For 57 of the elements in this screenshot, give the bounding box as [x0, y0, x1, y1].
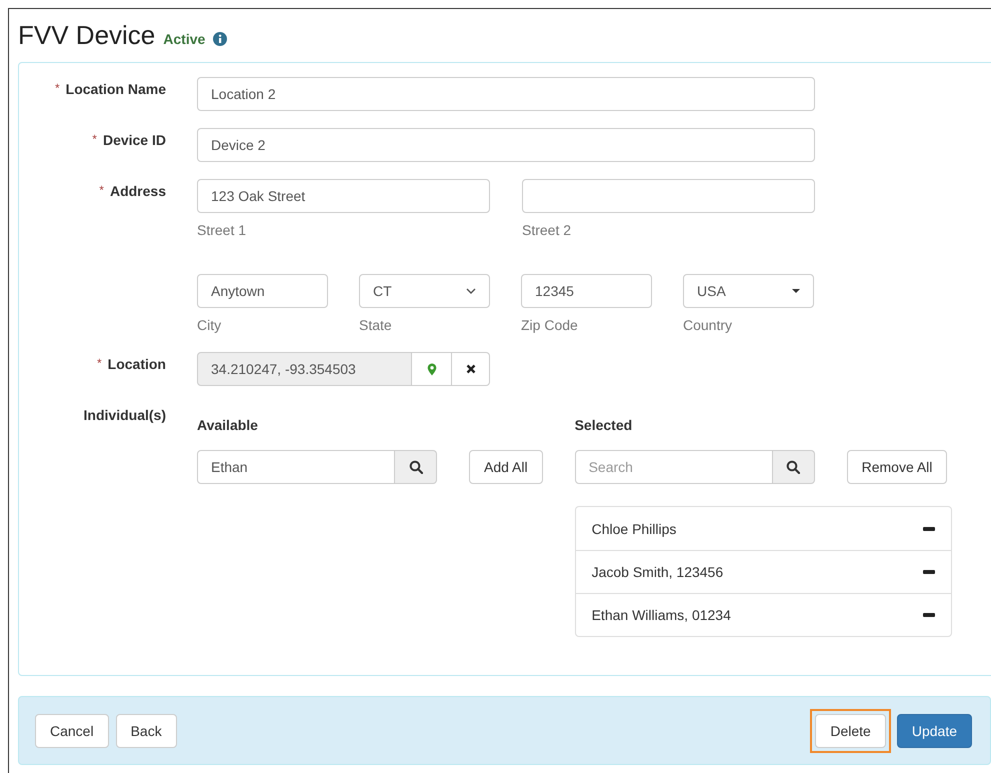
select-field[interactable]: CT [359, 274, 490, 308]
field-caption: Country [683, 317, 734, 335]
search-field[interactable]: Ethan [197, 450, 395, 484]
dropdown-value: USA [697, 283, 726, 299]
footer-button[interactable]: Delete [815, 714, 886, 748]
status-label: Active [163, 31, 206, 47]
field-label: Location [108, 356, 166, 372]
item-name: Chloe Phillips [592, 520, 676, 536]
action-button[interactable]: Remove All [846, 450, 948, 484]
list-item[interactable]: Jacob Smith, 123456 [576, 550, 951, 593]
required-mark: * [92, 132, 97, 146]
caret-icon [792, 289, 800, 293]
field-label: Individual(s) [84, 407, 166, 423]
footer-button[interactable]: Back [116, 714, 177, 748]
field-label: Location Name [66, 81, 166, 97]
info-icon [213, 32, 228, 46]
list-item[interactable]: Ethan Williams, 01234 [576, 593, 951, 636]
required-mark: * [96, 356, 102, 370]
footer-button[interactable]: Update [896, 714, 972, 748]
close-icon [466, 364, 476, 374]
map-pin-icon [426, 362, 436, 376]
page-title: FVV Device [18, 20, 156, 50]
field-caption: Street 2 [522, 222, 572, 240]
field-label: Device ID [102, 132, 166, 148]
select-value: CT [373, 283, 392, 299]
field-caption: Zip Code [521, 317, 579, 335]
input-field[interactable] [522, 179, 815, 213]
clear-button[interactable] [452, 352, 490, 386]
field-caption: State [359, 317, 393, 335]
chevron-down-icon [466, 288, 476, 294]
item-name: Ethan Williams, 01234 [592, 607, 731, 623]
field-label: Address [110, 183, 166, 199]
footer-button[interactable]: Cancel [35, 714, 109, 748]
minus-icon [922, 613, 935, 617]
dropdown-field[interactable]: USA [683, 274, 814, 308]
input-field[interactable]: Device 2 [197, 128, 815, 162]
action-button[interactable]: Add All [469, 450, 543, 484]
map-pin-button[interactable] [412, 352, 452, 386]
field-caption: Street 1 [197, 222, 248, 240]
column-heading: Available [197, 417, 259, 435]
input-field[interactable]: Location 2 [197, 77, 815, 111]
item-name: Jacob Smith, 123456 [592, 564, 724, 580]
minus-icon [922, 526, 935, 530]
search-icon [408, 460, 422, 474]
list-item[interactable]: Chloe Phillips [576, 507, 951, 550]
field-caption: City [197, 317, 222, 335]
required-mark: * [54, 81, 60, 95]
search-icon [786, 460, 800, 474]
search-button[interactable] [772, 450, 815, 484]
minus-icon [922, 570, 935, 574]
column-heading: Selected [574, 417, 634, 435]
required-mark: * [99, 183, 104, 197]
search-button[interactable] [395, 450, 437, 484]
coordinates-field[interactable]: 34.210247, -93.354503 [197, 352, 412, 386]
input-field[interactable]: 12345 [521, 274, 652, 308]
input-field[interactable]: 123 Oak Street [197, 179, 490, 213]
input-field[interactable]: Anytown [197, 274, 328, 308]
